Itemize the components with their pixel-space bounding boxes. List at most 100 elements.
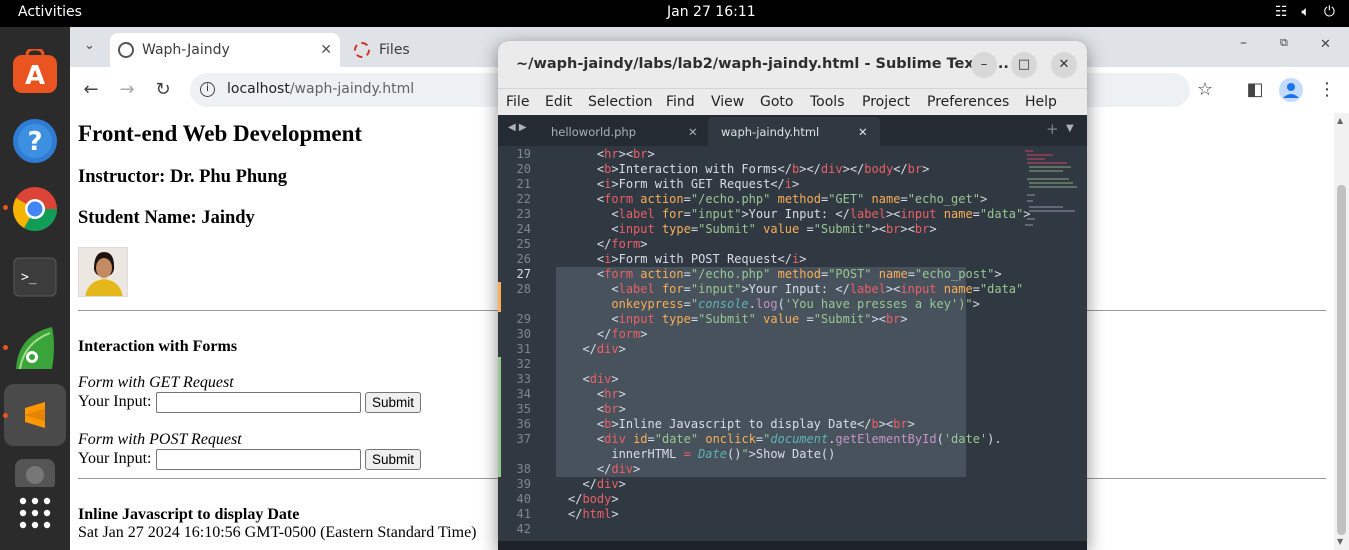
code-token: >: [640, 327, 648, 341]
tab-list-icon[interactable]: ▼: [1066, 123, 1074, 134]
code-token: >: [979, 192, 988, 206]
minimap[interactable]: [1023, 149, 1083, 239]
url-host: localhost: [227, 81, 290, 97]
close-icon[interactable]: ✕: [858, 125, 868, 139]
menu-project[interactable]: Project: [862, 94, 910, 110]
window-close-icon[interactable]: ✕: [1320, 37, 1331, 52]
js-heading: Inline Javascript to display Date: [78, 506, 300, 523]
code-token: ><: [900, 222, 915, 236]
page-scrollbar[interactable]: ▲ ▼: [1334, 113, 1349, 550]
sublime-tab-waph-jaindy[interactable]: waph-jaindy.html ✕: [708, 117, 880, 146]
dock: A ? >_: [0, 27, 70, 550]
code-token: >: [907, 417, 915, 431]
kebab-menu-icon[interactable]: ⋮: [1314, 77, 1340, 103]
show-apps-icon[interactable]: [11, 489, 59, 537]
profile-avatar-icon[interactable]: [1279, 78, 1303, 102]
restore-icon[interactable]: ⧉: [1280, 36, 1288, 50]
code-token: >: [929, 222, 937, 236]
code-token: =: [683, 207, 691, 221]
tab-search-icon[interactable]: ⌄: [84, 38, 95, 53]
app-center-icon[interactable]: A: [11, 48, 59, 96]
code-token: div: [596, 342, 619, 356]
tab-waph-jaindy[interactable]: Waph-Jaindy ✕: [110, 33, 340, 67]
menu-file[interactable]: File: [506, 94, 529, 110]
code-token: "echo_get": [907, 192, 980, 206]
code-token: div: [604, 432, 626, 446]
code-editor[interactable]: 19 <hr><br> 20 <b>Interaction with Forms<…: [498, 146, 1087, 541]
chrome-icon[interactable]: [11, 185, 59, 233]
menu-help[interactable]: Help: [1025, 94, 1057, 110]
site-info-icon[interactable]: i: [200, 82, 215, 97]
forward-arrow-icon[interactable]: →: [114, 77, 140, 103]
menu-preferences[interactable]: Preferences: [927, 94, 1009, 110]
code-token: getElementById: [835, 432, 937, 446]
close-icon[interactable]: ✕: [320, 42, 332, 58]
line-number: 25: [516, 237, 531, 251]
tab-nav-arrows-icon[interactable]: ◀ ▶: [508, 122, 527, 133]
line-number: 42: [516, 522, 531, 536]
maximize-icon[interactable]: □: [1011, 52, 1037, 78]
code-token: onclick: [705, 432, 756, 446]
menu-selection[interactable]: Selection: [588, 94, 653, 110]
get-submit-button[interactable]: Submit: [365, 392, 422, 413]
code-token: =: [683, 267, 691, 281]
minimize-icon[interactable]: –: [971, 52, 997, 78]
code-line: </form>: [568, 237, 648, 251]
code-token: >: [618, 387, 626, 401]
back-arrow-icon[interactable]: ←: [78, 77, 104, 103]
tab-label: helloworld.php: [551, 125, 636, 139]
svg-text:>_: >_: [21, 270, 37, 285]
system-tray[interactable]: ☷ 🔈︎ ⏻: [1275, 4, 1335, 20]
reload-icon[interactable]: ↻: [150, 77, 176, 103]
code-token: <: [611, 222, 619, 236]
side-panel-icon[interactable]: ◧: [1242, 77, 1268, 103]
code-token: >Your Input: </: [741, 207, 850, 221]
screenshot-icon[interactable]: [11, 457, 59, 487]
help-icon[interactable]: ?: [11, 117, 59, 165]
sublime-tab-bar: ◀ ▶ helloworld.php ✕ waph-jaindy.html ✕ …: [498, 115, 1087, 146]
code-line: <b>Inline Javascript to display Date</b>…: [568, 417, 915, 431]
terminal-icon[interactable]: >_: [11, 253, 59, 301]
line-number: 30: [516, 327, 531, 341]
sublime-text-icon[interactable]: [11, 391, 59, 439]
menu-goto[interactable]: Goto: [760, 94, 793, 110]
code-token: >: [611, 372, 619, 386]
code-token: </: [582, 477, 597, 491]
activities-button[interactable]: Activities: [18, 4, 82, 20]
sublime-tab-helloworld[interactable]: helloworld.php ✕: [538, 117, 704, 146]
minimize-icon[interactable]: –: [1240, 35, 1247, 51]
scroll-thumb[interactable]: [1337, 185, 1346, 535]
code-token: input: [618, 222, 655, 236]
code-token: body: [582, 492, 612, 506]
new-tab-icon[interactable]: +: [1046, 120, 1059, 138]
code-token: =: [690, 222, 699, 236]
menu-tools[interactable]: Tools: [810, 94, 845, 110]
settings-app-icon[interactable]: [11, 324, 59, 372]
code-token: =: [683, 297, 691, 311]
scroll-up-icon[interactable]: ▲: [1337, 116, 1343, 125]
code-line: </body>: [568, 492, 619, 506]
menu-edit[interactable]: Edit: [545, 94, 572, 110]
close-icon[interactable]: ✕: [688, 125, 698, 139]
clock[interactable]: Jan 27 16:11: [667, 4, 756, 20]
post-submit-button[interactable]: Submit: [365, 449, 422, 470]
post-input-field[interactable]: [156, 449, 361, 470]
power-icon: ⏻: [1323, 4, 1335, 20]
date-display[interactable]: Sat Jan 27 2024 16:10:56 GMT-0500 (Easte…: [78, 524, 477, 542]
code-token: input: [900, 282, 937, 296]
close-icon[interactable]: ✕: [1051, 52, 1077, 78]
instructor-heading: Instructor: Dr. Phu Phung: [78, 167, 288, 187]
menu-view[interactable]: View: [711, 94, 744, 110]
code-token: "GET": [828, 192, 865, 206]
scroll-down-icon[interactable]: ▼: [1337, 537, 1343, 546]
bookmark-star-icon[interactable]: ☆: [1192, 77, 1218, 103]
get-input-field[interactable]: [156, 392, 361, 413]
sublime-titlebar[interactable]: ~/waph-jaindy/labs/lab2/waph-jaindy.html…: [498, 41, 1087, 88]
menu-find[interactable]: Find: [666, 94, 695, 110]
code-line: <div id="date" onclick="document.getElem…: [568, 432, 1002, 446]
